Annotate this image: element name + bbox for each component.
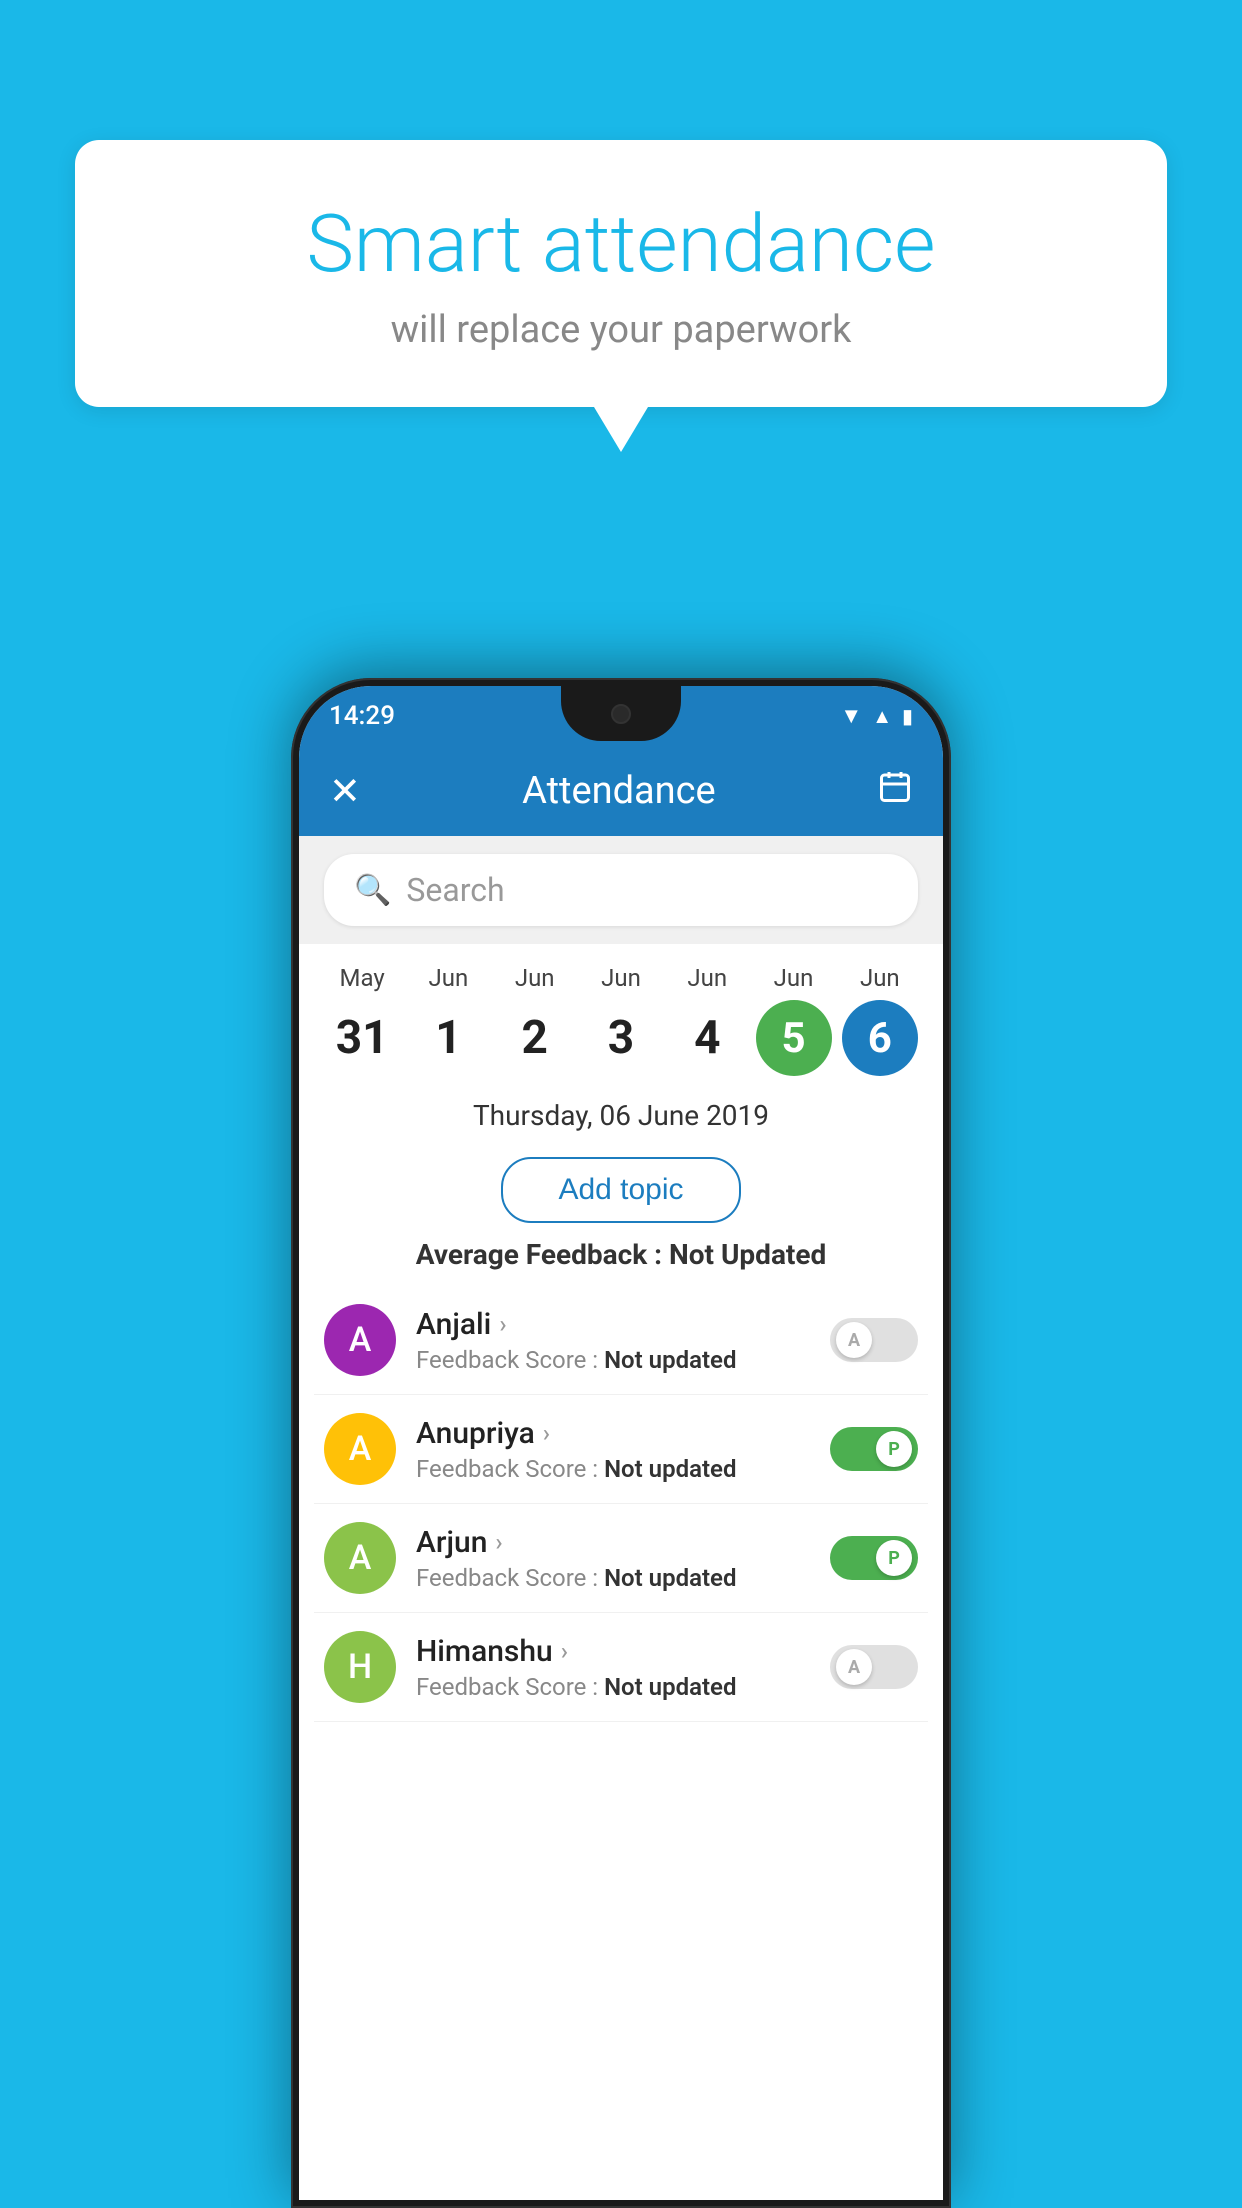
cal-month-label: Jun — [515, 964, 555, 992]
bubble-subtitle: will replace your paperwork — [125, 308, 1117, 352]
signal-icon: ▲ — [872, 704, 892, 729]
phone-screen: 14:29 ▼ ▲ ▮ ✕ Attendance 🔍 — [299, 686, 943, 2200]
attendance-toggle[interactable]: A — [830, 1318, 918, 1362]
student-item[interactable]: A Arjun › Feedback Score : Not updated P — [314, 1504, 928, 1613]
cal-month-label: May — [340, 964, 385, 992]
student-name: Anjali › — [416, 1307, 830, 1342]
calendar-day[interactable]: Jun 5 — [754, 964, 834, 1076]
student-feedback-score: Feedback Score : Not updated — [416, 1673, 830, 1701]
calendar-day[interactable]: Jun 4 — [667, 964, 747, 1076]
status-icons: ▼ ▲ ▮ — [840, 703, 913, 729]
camera — [611, 704, 631, 724]
average-feedback: Average Feedback : Not Updated — [299, 1238, 943, 1271]
attendance-toggle[interactable]: A — [830, 1645, 918, 1689]
toggle-knob: P — [876, 1540, 912, 1576]
student-name: Anupriya › — [416, 1416, 830, 1451]
feedback-label-text: Average Feedback : — [416, 1238, 669, 1271]
attendance-toggle[interactable]: P — [830, 1427, 918, 1471]
cal-date-number[interactable]: 4 — [669, 1000, 745, 1076]
cal-date-number[interactable]: 5 — [756, 1000, 832, 1076]
student-avatar: H — [324, 1631, 396, 1703]
cal-date-number[interactable]: 1 — [410, 1000, 486, 1076]
cal-date-number[interactable]: 6 — [842, 1000, 918, 1076]
header-title: Attendance — [522, 769, 716, 813]
calendar-strip: May 31 Jun 1 Jun 2 Jun 3 Jun 4 Jun 5 Jun 6 — [299, 944, 943, 1081]
search-bar[interactable]: 🔍 Search — [324, 854, 918, 926]
phone-frame: 14:29 ▼ ▲ ▮ ✕ Attendance 🔍 — [291, 678, 951, 2208]
add-topic-button[interactable]: Add topic — [501, 1157, 740, 1223]
student-name: Himanshu › — [416, 1634, 830, 1669]
feedback-value: Not Updated — [669, 1238, 826, 1271]
chevron-right-icon: › — [543, 1419, 550, 1447]
calendar-day[interactable]: Jun 2 — [495, 964, 575, 1076]
student-feedback-score: Feedback Score : Not updated — [416, 1455, 830, 1483]
calendar-day[interactable]: May 31 — [322, 964, 402, 1076]
chevron-right-icon: › — [499, 1310, 506, 1338]
student-avatar: A — [324, 1522, 396, 1594]
attendance-toggle[interactable]: P — [830, 1536, 918, 1580]
status-time: 14:29 — [329, 701, 395, 731]
chevron-right-icon: › — [495, 1528, 502, 1556]
calendar-day[interactable]: Jun 1 — [408, 964, 488, 1076]
chevron-right-icon: › — [561, 1637, 568, 1665]
cal-month-label: Jun — [860, 964, 900, 992]
cal-month-label: Jun — [601, 964, 641, 992]
search-icon: 🔍 — [354, 873, 391, 908]
student-item[interactable]: A Anupriya › Feedback Score : Not updated P — [314, 1395, 928, 1504]
student-name: Arjun › — [416, 1525, 830, 1560]
calendar-icon[interactable] — [877, 769, 913, 813]
student-list: AAnjali ›Feedback Score : Not updatedAAA… — [299, 1286, 943, 1722]
student-avatar: A — [324, 1304, 396, 1376]
student-avatar: A — [324, 1413, 396, 1485]
student-feedback-score: Feedback Score : Not updated — [416, 1346, 830, 1374]
cal-date-number[interactable]: 2 — [497, 1000, 573, 1076]
add-topic-container: Add topic — [299, 1157, 943, 1223]
student-feedback-score: Feedback Score : Not updated — [416, 1564, 830, 1592]
student-info: Himanshu › Feedback Score : Not updated — [416, 1634, 830, 1701]
toggle-knob: P — [876, 1431, 912, 1467]
toggle-knob: A — [836, 1649, 872, 1685]
student-item[interactable]: H Himanshu › Feedback Score : Not updatedA — [314, 1613, 928, 1722]
search-placeholder: Search — [406, 871, 504, 909]
battery-icon: ▮ — [902, 704, 913, 728]
close-button[interactable]: ✕ — [329, 769, 361, 814]
wifi-icon: ▼ — [840, 703, 862, 729]
student-info: Anjali › Feedback Score : Not updated — [416, 1307, 830, 1374]
cal-month-label: Jun — [774, 964, 814, 992]
cal-month-label: Jun — [687, 964, 727, 992]
selected-date: Thursday, 06 June 2019 — [299, 1081, 943, 1142]
bubble-title: Smart attendance — [125, 200, 1117, 288]
toggle-knob: A — [836, 1322, 872, 1358]
student-item[interactable]: AAnjali ›Feedback Score : Not updatedA — [314, 1286, 928, 1395]
calendar-day[interactable]: Jun 3 — [581, 964, 661, 1076]
student-info: Anupriya › Feedback Score : Not updated — [416, 1416, 830, 1483]
student-info: Arjun › Feedback Score : Not updated — [416, 1525, 830, 1592]
speech-bubble-container: Smart attendance will replace your paper… — [75, 140, 1167, 407]
search-bar-container: 🔍 Search — [299, 836, 943, 944]
calendar-day[interactable]: Jun 6 — [840, 964, 920, 1076]
app-header: ✕ Attendance — [299, 746, 943, 836]
cal-date-number[interactable]: 3 — [583, 1000, 659, 1076]
speech-bubble: Smart attendance will replace your paper… — [75, 140, 1167, 407]
cal-date-number[interactable]: 31 — [324, 1000, 400, 1076]
phone-notch — [561, 686, 681, 741]
cal-month-label: Jun — [429, 964, 469, 992]
